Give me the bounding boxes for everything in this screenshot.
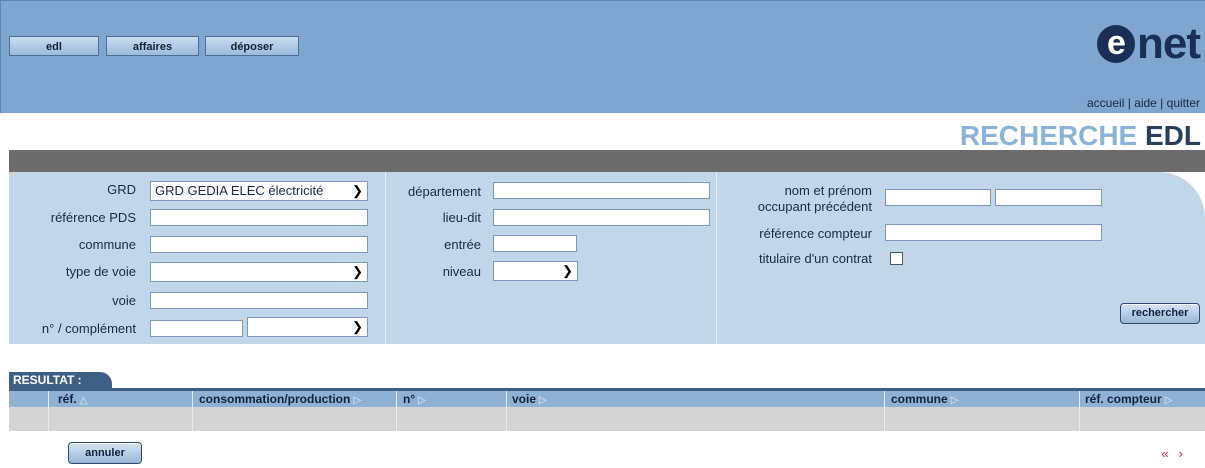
column-divider — [396, 391, 397, 431]
form-column-divider — [385, 172, 386, 344]
niveau-label: niveau — [442, 264, 481, 279]
column-divider — [48, 391, 49, 431]
chevron-down-icon: ❯ — [352, 319, 363, 334]
column-header-ref-compteur[interactable]: réf. compteur ▷ — [1085, 391, 1172, 407]
sort-icon: ▷ — [418, 395, 426, 406]
chevron-down-icon: ❯ — [562, 263, 573, 278]
titulaire-label: titulaire d'un contrat — [758, 251, 872, 266]
occupant-prenom-input[interactable] — [995, 189, 1102, 206]
ref-compteur-label: référence compteur — [759, 226, 872, 241]
column-header-commune[interactable]: commune ▷ — [891, 391, 958, 407]
titulaire-checkbox[interactable] — [890, 252, 903, 265]
home-link[interactable]: accueil — [1087, 96, 1124, 110]
enet-logo[interactable]: e net — [1097, 22, 1201, 66]
commune-input[interactable] — [150, 236, 368, 253]
niveau-select[interactable]: ❯ — [493, 261, 578, 281]
form-column-divider — [716, 172, 717, 344]
ref-pds-label: référence PDS — [50, 210, 136, 225]
title-divider — [9, 150, 1205, 172]
column-divider — [884, 391, 885, 431]
quit-link[interactable]: quitter — [1167, 96, 1200, 110]
ref-compteur-input[interactable] — [885, 224, 1102, 241]
logo-e-icon: e — [1097, 25, 1135, 63]
type-voie-select[interactable]: ❯ — [150, 262, 368, 282]
entree-label: entrée — [444, 237, 481, 252]
previous-page-icon[interactable]: « — [1161, 446, 1178, 461]
panel-gap — [9, 344, 1205, 352]
num-complement-label: n° / complément — [41, 321, 136, 336]
tab-deposer[interactable]: déposer — [205, 36, 299, 56]
departement-input[interactable] — [493, 182, 710, 199]
occupant-nom-input[interactable] — [885, 189, 991, 206]
top-banner — [0, 0, 1205, 113]
pager: «› — [1161, 446, 1193, 461]
column-header-consommation[interactable]: consommation/production ▷ — [199, 391, 361, 407]
column-divider — [506, 391, 507, 431]
grd-label: GRD — [107, 182, 136, 197]
voie-label: voie — [112, 293, 136, 308]
lieu-dit-label: lieu-dit — [442, 210, 481, 225]
departement-label: département — [408, 184, 481, 199]
results-table-header — [9, 391, 1205, 407]
tab-edl[interactable]: edl — [9, 36, 99, 56]
sort-icon: ▷ — [1164, 395, 1173, 406]
occupant-label: nom et prénom occupant précédent — [757, 183, 872, 214]
sort-icon: ▷ — [353, 395, 362, 406]
cancel-button[interactable]: annuler — [68, 442, 142, 464]
grd-select[interactable]: GRD GEDIA ELEC électricité ❯ — [150, 181, 368, 201]
chevron-down-icon: ❯ — [352, 264, 363, 279]
table-row — [9, 407, 1205, 431]
chevron-down-icon: ❯ — [352, 183, 363, 198]
type-voie-label: type de voie — [65, 264, 136, 279]
results-tab: RESULTAT : — [9, 372, 112, 388]
entree-input[interactable] — [493, 235, 577, 252]
column-header-voie[interactable]: voie ▷ — [512, 391, 547, 407]
lieu-dit-input[interactable] — [493, 209, 710, 226]
complement-select[interactable]: ❯ — [247, 317, 368, 337]
sort-up-icon: △ — [79, 395, 88, 406]
column-header-numero[interactable]: n° ▷ — [403, 391, 426, 407]
tab-affaires[interactable]: affaires — [106, 36, 199, 56]
page-title: RECHERCHE EDL — [959, 120, 1201, 151]
column-divider — [1079, 391, 1080, 431]
top-links: accueil | aide | quitter — [1087, 96, 1200, 110]
column-divider — [192, 391, 193, 431]
numero-input[interactable] — [150, 320, 243, 337]
sort-icon: ▷ — [539, 395, 547, 406]
next-page-icon[interactable]: › — [1179, 446, 1193, 461]
search-button[interactable]: rechercher — [1120, 303, 1200, 324]
voie-input[interactable] — [150, 292, 368, 309]
commune-label: commune — [78, 237, 136, 252]
column-header-ref[interactable]: réf. △ — [58, 391, 87, 407]
ref-pds-input[interactable] — [150, 209, 368, 226]
sort-icon: ▷ — [950, 395, 959, 406]
help-link[interactable]: aide — [1134, 96, 1157, 110]
